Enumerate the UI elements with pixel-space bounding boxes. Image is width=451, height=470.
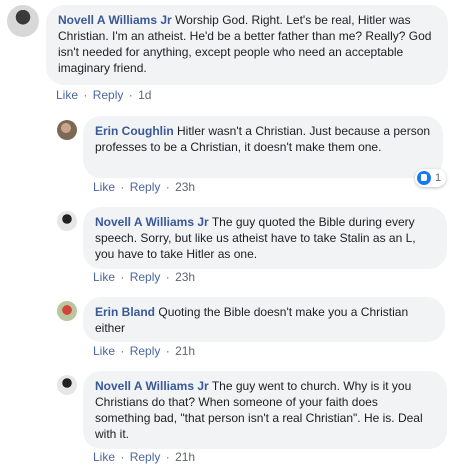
separator: ·	[165, 180, 170, 194]
avatar[interactable]	[57, 211, 77, 231]
reaction-count: 1	[435, 172, 442, 184]
reply-bubble: Novell A Williams Jr The guy quoted the …	[83, 207, 447, 269]
like-button[interactable]: Like	[93, 344, 115, 358]
reply-author[interactable]: Erin Coughlin	[95, 124, 174, 138]
avatar[interactable]	[57, 301, 77, 321]
like-button[interactable]: Like	[93, 180, 115, 194]
reply-bubble: Erin Bland Quoting the Bible doesn't mak…	[83, 297, 445, 342]
avatar[interactable]	[57, 375, 77, 395]
comment-bubble: Novell A Williams Jr Worship God. Right.…	[46, 5, 448, 85]
timestamp[interactable]: 21h	[175, 344, 195, 358]
separator: ·	[128, 88, 133, 102]
separator: ·	[120, 450, 125, 464]
reply-author[interactable]: Novell A Williams Jr	[95, 379, 209, 393]
avatar[interactable]	[57, 120, 77, 140]
separator: ·	[120, 270, 125, 284]
reply-actions: Like · Reply · 23h	[93, 180, 195, 194]
reply-actions: Like · Reply · 21h	[93, 344, 195, 358]
reply-button[interactable]: Reply	[130, 270, 161, 284]
like-button[interactable]: Like	[56, 88, 78, 102]
reply-actions: Like · Reply · 21h	[93, 450, 195, 464]
separator: ·	[120, 180, 125, 194]
like-button[interactable]: Like	[93, 450, 115, 464]
separator: ·	[165, 344, 170, 358]
timestamp[interactable]: 21h	[175, 450, 195, 464]
reply: Erin Coughlin Hitler wasn't a Christian.…	[0, 112, 451, 197]
like-icon	[417, 171, 431, 185]
reply-button[interactable]: Reply	[93, 88, 124, 102]
comment: Novell A Williams Jr Worship God. Right.…	[0, 0, 451, 105]
reply-button[interactable]: Reply	[130, 180, 161, 194]
comment-actions: Like · Reply · 1d	[56, 88, 151, 102]
reply-author[interactable]: Erin Bland	[95, 305, 155, 319]
reply-button[interactable]: Reply	[130, 344, 161, 358]
comment-author[interactable]: Novell A Williams Jr	[58, 13, 172, 27]
separator: ·	[165, 450, 170, 464]
timestamp[interactable]: 23h	[175, 270, 195, 284]
reply-bubble: Novell A Williams Jr The guy went to chu…	[83, 371, 447, 449]
timestamp[interactable]: 23h	[175, 180, 195, 194]
separator: ·	[120, 344, 125, 358]
separator: ·	[83, 88, 88, 102]
reply-button[interactable]: Reply	[130, 450, 161, 464]
reaction-summary[interactable]: 1	[415, 169, 447, 187]
reply: Erin Bland Quoting the Bible doesn't mak…	[0, 293, 451, 363]
avatar[interactable]	[7, 5, 39, 37]
reply-bubble: Erin Coughlin Hitler wasn't a Christian.…	[83, 116, 443, 178]
reply-author[interactable]: Novell A Williams Jr	[95, 215, 209, 229]
reply: Novell A Williams Jr The guy went to chu…	[0, 367, 451, 470]
reply-actions: Like · Reply · 23h	[93, 270, 195, 284]
timestamp[interactable]: 1d	[138, 88, 151, 102]
separator: ·	[165, 270, 170, 284]
like-button[interactable]: Like	[93, 270, 115, 284]
reply: Novell A Williams Jr The guy quoted the …	[0, 203, 451, 288]
